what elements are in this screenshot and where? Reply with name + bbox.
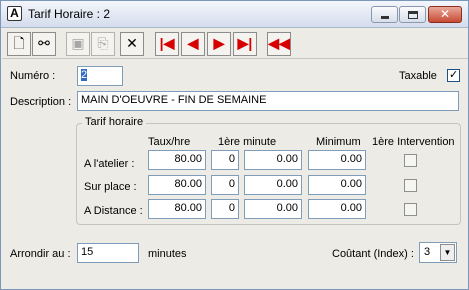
maximize-button[interactable]	[399, 6, 426, 23]
distance-minute-qty-field[interactable]: 0	[211, 199, 239, 219]
minimize-button[interactable]	[371, 6, 398, 23]
atelier-minimum-field[interactable]: 0.00	[308, 150, 366, 170]
coutant-index-value: 3	[424, 246, 431, 258]
atelier-intervention-checkbox[interactable]	[404, 154, 417, 167]
distance-minute-amount-field[interactable]: 0.00	[244, 199, 302, 219]
col-intervention-header: 1ère Intervention	[372, 136, 455, 148]
maximize-icon	[408, 11, 418, 19]
row-label-atelier: A l'atelier :	[84, 158, 135, 170]
delete-icon: ✕	[126, 35, 138, 51]
row-label-distance: A Distance :	[84, 205, 143, 217]
minimize-icon	[381, 16, 389, 19]
delete-button[interactable]: ✕	[120, 32, 144, 56]
tarif-horaire-window: A Tarif Horaire : 2 ✕ 🗋 ⚯ ▣ ⎘ ✕ |◀ ◀ ▶ ▶…	[0, 0, 469, 290]
coutant-label: Coûtant (Index) :	[332, 248, 414, 260]
save-icon: ▣	[71, 35, 85, 51]
sur-place-minute-qty-field[interactable]: 0	[211, 175, 239, 195]
chevron-down-icon: ▼	[443, 248, 452, 257]
numero-label: Numéro :	[10, 70, 56, 82]
next-record-button[interactable]: ▶	[207, 32, 231, 56]
distance-taux-field[interactable]: 80.00	[148, 199, 206, 219]
atelier-minute-amount-field[interactable]: 0.00	[244, 150, 302, 170]
col-taux-header: Taux/hre	[148, 136, 191, 148]
close-icon: ✕	[439, 7, 451, 21]
previous-record-button[interactable]: ◀	[181, 32, 205, 56]
last-record-button[interactable]: ▶|	[233, 32, 257, 56]
app-icon: A	[7, 6, 22, 21]
new-button[interactable]: 🗋	[7, 32, 31, 56]
col-premiere-minute-header: 1ère minute	[218, 136, 277, 148]
next-record-icon: ▶	[213, 35, 225, 51]
row-label-sur-place: Sur place :	[84, 181, 137, 193]
previous-record-icon: ◀	[187, 35, 199, 51]
window-title: Tarif Horaire : 2	[28, 7, 111, 21]
numero-field[interactable]: 2	[77, 66, 123, 86]
first-record-button[interactable]: |◀	[155, 32, 179, 56]
dropdown-button[interactable]: ▼	[440, 244, 455, 261]
title-bar[interactable]: A Tarif Horaire : 2 ✕	[1, 1, 468, 28]
first-record-icon: |◀	[159, 35, 175, 51]
sur-place-minimum-field[interactable]: 0.00	[308, 175, 366, 195]
save-button[interactable]: ▣	[66, 32, 90, 56]
toolbar: 🗋 ⚯ ▣ ⎘ ✕ |◀ ◀ ▶ ▶| ◀◀	[2, 29, 468, 59]
taxable-checkbox[interactable]: ✓	[447, 68, 460, 82]
copy-button[interactable]: ⎘	[91, 32, 115, 56]
sur-place-intervention-checkbox[interactable]	[404, 179, 417, 192]
col-minimum-header: Minimum	[316, 136, 361, 148]
new-document-icon: 🗋	[13, 35, 25, 51]
taxable-label: Taxable	[399, 70, 437, 82]
tarif-horaire-group-title: Tarif horaire	[82, 116, 147, 128]
last-record-icon: ▶|	[237, 35, 253, 51]
arrondir-label: Arrondir au :	[10, 248, 71, 260]
atelier-minute-qty-field[interactable]: 0	[211, 150, 239, 170]
atelier-taux-field[interactable]: 80.00	[148, 150, 206, 170]
rewind-button[interactable]: ◀◀	[267, 32, 291, 56]
copy-icon: ⎘	[97, 35, 109, 51]
description-label: Description :	[10, 96, 72, 108]
search-button[interactable]: ⚯	[32, 32, 56, 56]
distance-intervention-checkbox[interactable]	[404, 203, 417, 216]
arrondir-unit-label: minutes	[148, 248, 187, 260]
rewind-icon: ◀◀	[268, 35, 290, 51]
sur-place-minute-amount-field[interactable]: 0.00	[244, 175, 302, 195]
description-field[interactable]: MAIN D'OEUVRE - FIN DE SEMAINE	[77, 91, 459, 111]
close-button[interactable]: ✕	[428, 6, 462, 23]
distance-minimum-field[interactable]: 0.00	[308, 199, 366, 219]
checkmark-icon: ✓	[449, 68, 459, 81]
coutant-index-select[interactable]: 3 ▼	[419, 242, 457, 263]
arrondir-field[interactable]: 15	[77, 243, 139, 263]
sur-place-taux-field[interactable]: 80.00	[148, 175, 206, 195]
binoculars-search-icon: ⚯	[38, 35, 50, 51]
